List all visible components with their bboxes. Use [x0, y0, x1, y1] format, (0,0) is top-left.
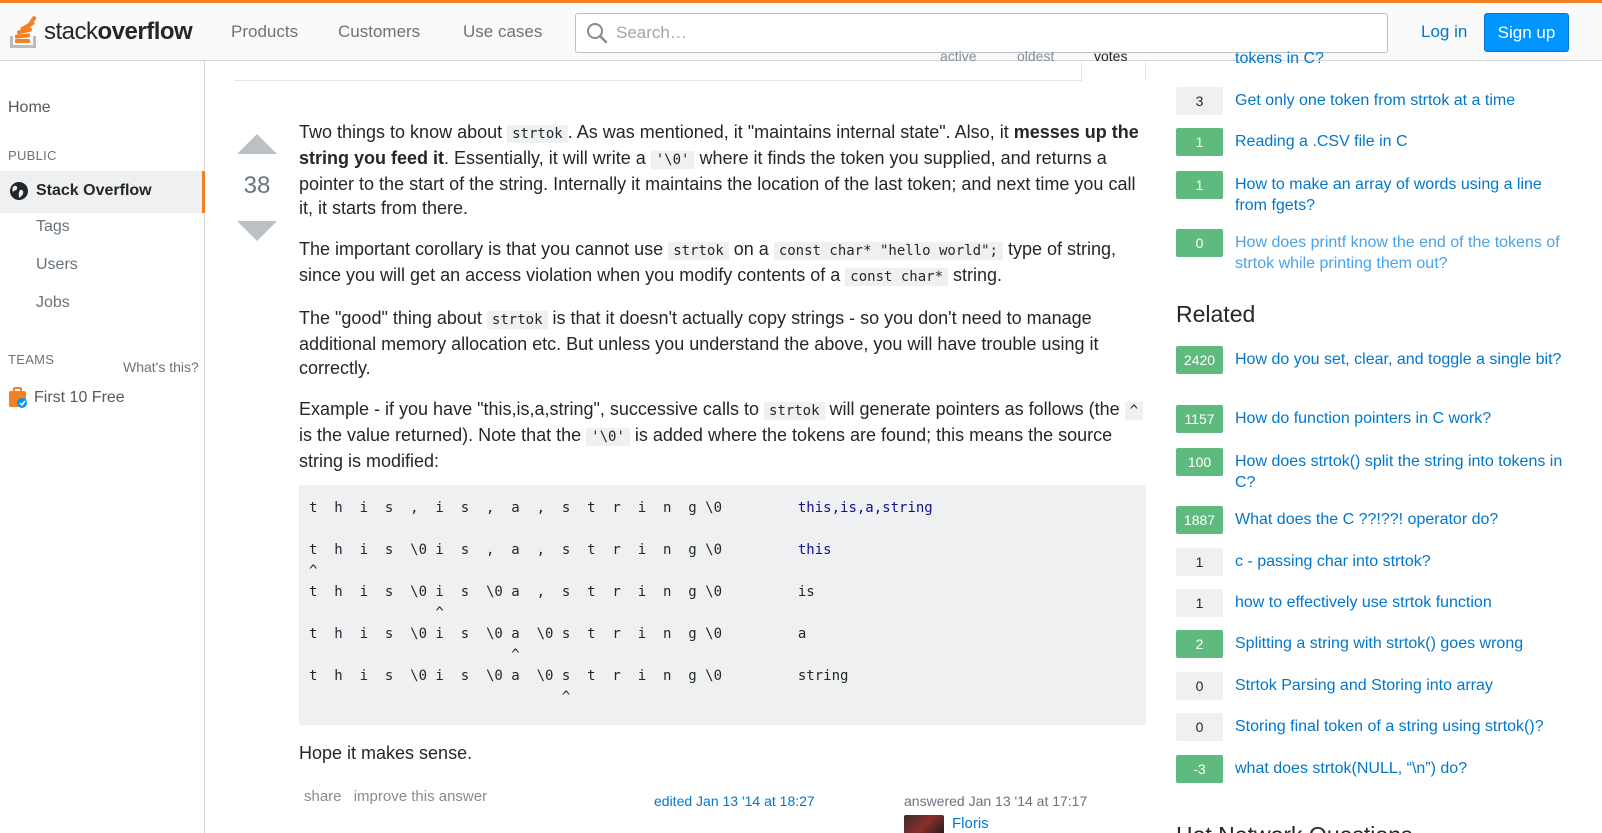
answered-timestamp: answered Jan 13 '14 at 17:17	[904, 793, 1088, 809]
tab-active[interactable]: active	[940, 48, 977, 61]
edited-timestamp-link[interactable]: edited Jan 13 '14 at 18:27	[654, 793, 815, 809]
code-line: t h i s \0 i s \0 a \0 s t r i n g \0 a	[309, 626, 807, 642]
answer-score-badge: 1	[1176, 589, 1223, 617]
user-card: Floris	[904, 815, 989, 833]
code-line: t h i s , i s , a , s t r i n g \0 this,…	[309, 500, 933, 516]
answer-score-badge: 1	[1176, 128, 1223, 156]
share-link[interactable]: share	[304, 788, 342, 805]
answer-paragraph-2: The important corollary is that you cann…	[299, 239, 1117, 286]
nav-use-cases[interactable]: Use cases	[463, 22, 542, 42]
tabs-underline	[234, 80, 1082, 81]
tab-votes[interactable]: votes	[1094, 48, 1127, 61]
code-line: t h i s \0 i s \0 a \0 s t r i n g \0 st…	[309, 668, 849, 684]
question-link[interactable]: Reading a .CSV file in C	[1235, 131, 1565, 152]
first-10-free-label: First 10 Free	[34, 389, 125, 406]
code-line: ^	[309, 647, 520, 663]
logo-icon	[8, 14, 40, 50]
downvote-arrow-icon[interactable]	[237, 221, 277, 241]
answer-score-badge: 1887	[1176, 506, 1223, 534]
question-link[interactable]: Storing final token of a string using st…	[1235, 716, 1565, 737]
answer-score-badge: 1157	[1176, 405, 1223, 433]
stack-overflow-logo[interactable]: stackoverflow	[8, 12, 198, 52]
code-line: ^	[309, 605, 444, 621]
answer-score-badge: 0	[1176, 713, 1223, 741]
login-link[interactable]: Log in	[1421, 22, 1467, 42]
answer-body: Two things to know about strtok. As was …	[299, 120, 1149, 490]
hot-network-questions-heading: Hot Network Questions	[1176, 822, 1412, 833]
question-link[interactable]: How to make an array of words using a li…	[1235, 174, 1565, 216]
answer-score-badge: 1	[1176, 171, 1223, 199]
question-link[interactable]: How does printf know the end of the toke…	[1235, 232, 1565, 274]
question-link[interactable]: What does the C ??!??! operator do?	[1235, 509, 1565, 530]
post-menu: share improve this answer	[304, 788, 495, 805]
answer-score-badge: 0	[1176, 672, 1223, 700]
code-line: t h i s \0 i s \0 a , s t r i n g \0 is	[309, 584, 815, 600]
code-line: t h i s \0 i s , a , s t r i n g \0 this	[309, 542, 832, 558]
search-box[interactable]	[575, 13, 1388, 53]
question-link[interactable]: Get only one token from strtok at a time	[1235, 90, 1565, 111]
left-sidebar: Home PUBLIC Stack Overflow Tags Users Jo…	[0, 61, 205, 833]
code-line: ^	[309, 689, 571, 705]
answer-score-badge: 0	[1176, 229, 1223, 257]
code-block: t h i s , i s , a , s t r i n g \0 this,…	[299, 485, 1146, 725]
briefcase-icon	[9, 387, 27, 408]
first-10-free-link[interactable]: First 10 Free	[8, 387, 125, 409]
question-link[interactable]: How do you set, clear, and toggle a sing…	[1235, 349, 1565, 370]
question-link[interactable]: c - passing char into strtok?	[1235, 551, 1565, 572]
answer-score-badge: 3	[1176, 87, 1223, 115]
teams-section-label: TEAMS	[8, 352, 55, 367]
answer-paragraph-3: The "good" thing about strtok is that it…	[299, 308, 1099, 378]
question-link[interactable]: how to effectively use strtok function	[1235, 592, 1565, 613]
tab-divider	[1081, 61, 1082, 81]
nav-tags[interactable]: Tags	[36, 218, 70, 236]
linked-question-cut[interactable]: tokens in C?	[1176, 49, 1596, 65]
search-icon	[587, 23, 608, 44]
nav-customers[interactable]: Customers	[338, 22, 420, 42]
avatar[interactable]	[904, 815, 944, 833]
question-link[interactable]: Strtok Parsing and Storing into array	[1235, 675, 1565, 696]
answer-score-badge: -3	[1176, 755, 1223, 783]
linked-question-link[interactable]: tokens in C?	[1235, 49, 1565, 65]
answer-paragraph-1: Two things to know about strtok. As was …	[299, 122, 1139, 218]
nav-products[interactable]: Products	[231, 22, 298, 42]
nav-jobs[interactable]: Jobs	[36, 294, 70, 312]
question-link[interactable]: How do function pointers in C work?	[1235, 408, 1565, 429]
answer-paragraph-4: Example - if you have "this,is,a,string"…	[299, 397, 1149, 473]
related-heading: Related	[1176, 301, 1256, 327]
answer-score-badge: 2420	[1176, 346, 1223, 374]
nav-stack-overflow[interactable]: Stack Overflow	[0, 171, 205, 213]
signup-button[interactable]: Sign up	[1484, 13, 1569, 52]
question-link[interactable]: How does strtok() split the string into …	[1235, 451, 1565, 493]
upvote-arrow-icon[interactable]	[237, 134, 277, 154]
vote-count: 38	[243, 172, 271, 199]
answer-score-badge: 1	[1176, 548, 1223, 576]
answer-score-badge: 2	[1176, 630, 1223, 658]
answer-closing-text: Hope it makes sense.	[299, 743, 473, 763]
nav-users[interactable]: Users	[36, 256, 78, 274]
search-input[interactable]	[616, 20, 1366, 46]
code-line: ^	[309, 563, 318, 579]
public-section-label: PUBLIC	[8, 148, 57, 163]
improve-answer-link[interactable]: improve this answer	[354, 788, 487, 805]
whats-this-link[interactable]: What's this?	[123, 359, 199, 375]
username-link[interactable]: Floris	[952, 815, 989, 832]
nav-stack-overflow-label: Stack Overflow	[36, 182, 152, 199]
question-link[interactable]: what does strtok(NULL, “\n”) do?	[1235, 758, 1565, 779]
globe-icon	[10, 182, 28, 200]
answer-score-badge: 100	[1176, 448, 1223, 476]
tab-oldest[interactable]: oldest	[1017, 48, 1054, 61]
tab-divider	[1145, 61, 1146, 81]
logo-wordmark: stackoverflow	[44, 18, 193, 45]
nav-home[interactable]: Home	[8, 99, 51, 117]
question-link[interactable]: Splitting a string with strtok() goes wr…	[1235, 633, 1565, 654]
